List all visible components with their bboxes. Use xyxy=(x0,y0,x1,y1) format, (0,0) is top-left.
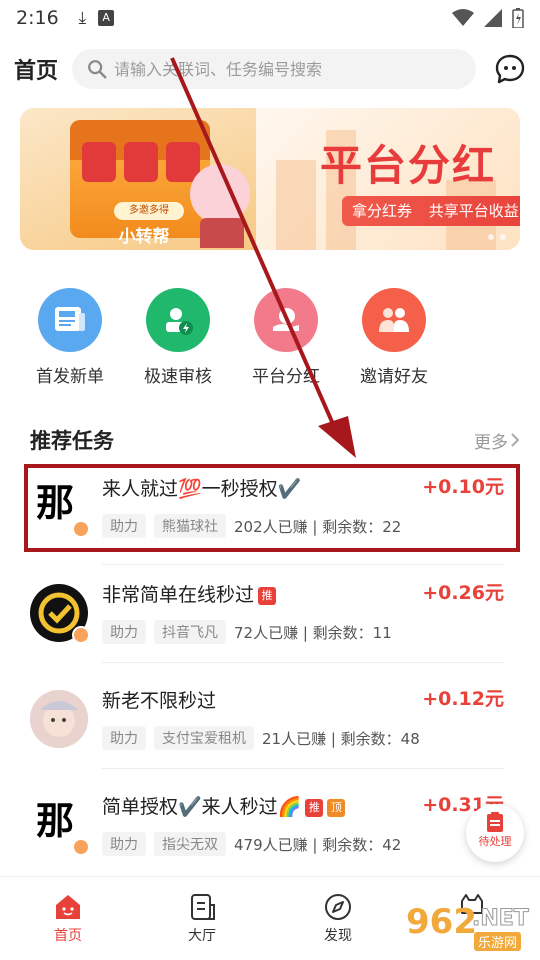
banner-pagination xyxy=(488,234,506,240)
promo-banner[interactable]: 多邀多得 小转帮 平台分红 拿分红券 共享平台收益 xyxy=(20,108,520,250)
shortcut-invite[interactable]: 邀请好友 xyxy=(344,288,444,387)
shortcut-fast-review[interactable]: 极速审核 xyxy=(128,288,228,387)
tab-label: 大厅 xyxy=(188,928,216,944)
task-reward: +0.26元 xyxy=(422,582,504,604)
task-avatar xyxy=(30,690,88,748)
divider xyxy=(102,564,504,565)
task-item[interactable]: 新老不限秒过 +0.12元 助力 支付宝爱租机 21人已赚 | 剩余数：48 xyxy=(30,676,510,776)
pending-button[interactable]: 待处理 xyxy=(466,804,524,862)
page-title: 首页 xyxy=(14,59,59,84)
task-tag-type: 助力 xyxy=(102,620,146,644)
shortcut-row: 首发新单 极速审核 平台分红 邀请好友 xyxy=(0,288,540,388)
task-tags: 助力 支付宝爱租机 21人已赚 | 剩余数：48 xyxy=(102,726,420,750)
status-time: 2:16 xyxy=(16,7,59,29)
task-stats: 72人已赚 | 剩余数：11 xyxy=(234,623,392,642)
banner-dot xyxy=(488,234,494,240)
divider xyxy=(102,768,504,769)
task-tags: 助力 抖音飞凡 72人已赚 | 剩余数：11 xyxy=(102,620,392,644)
vip-badge-icon xyxy=(72,838,90,856)
watermark-logo: 962 .NET 乐游网 xyxy=(398,896,536,954)
search-bar[interactable] xyxy=(72,49,476,89)
task-stats: 479人已赚 | 剩余数：42 xyxy=(234,835,402,854)
wifi-icon xyxy=(452,9,474,26)
banner-title: 平台分红 xyxy=(320,141,497,190)
notification-a-icon: A xyxy=(98,10,115,26)
task-reward: +0.12元 xyxy=(422,688,504,710)
hall-icon xyxy=(191,894,215,920)
banner-left-tag: 多邀多得 xyxy=(114,202,184,220)
chevron-right-icon xyxy=(511,433,520,447)
banner-left-panel: 多邀多得 小转帮 xyxy=(20,108,260,250)
banner-pill: 拿分红券 共享平台收益 xyxy=(342,196,520,226)
shortcut-label: 首发新单 xyxy=(36,367,104,387)
task-tag-type: 助力 xyxy=(102,832,146,856)
section-header: 推荐任务 更多 xyxy=(30,424,520,456)
task-tags: 助力 指尖无双 479人已赚 | 剩余数：42 xyxy=(102,832,401,856)
search-icon xyxy=(88,60,107,79)
task-item[interactable]: 那 简单授权✔️来人秒过🌈 推顶 +0.31元 助力 指尖无双 479人已赚 | … xyxy=(30,782,510,882)
top-badge: 顶 xyxy=(327,798,346,817)
message-icon[interactable] xyxy=(494,53,526,85)
task-title: 新老不限秒过 xyxy=(102,690,217,712)
compass-icon xyxy=(325,894,351,920)
invite-icon xyxy=(362,288,426,352)
tab-hall[interactable]: 大厅 xyxy=(162,891,242,945)
news-icon xyxy=(38,288,102,352)
pig-mascot-illustration xyxy=(190,164,250,224)
highlight-box xyxy=(24,464,520,552)
banner-left-label: 小转帮 xyxy=(118,227,170,247)
download-icon: ⤓ xyxy=(78,8,87,28)
shortcut-new-orders[interactable]: 首发新单 xyxy=(20,288,120,387)
section-title: 推荐任务 xyxy=(30,429,114,453)
task-tag-app: 抖音飞凡 xyxy=(154,620,226,644)
avatar-glyph: 那 xyxy=(36,799,75,843)
shortcut-label: 邀请好友 xyxy=(360,367,428,387)
battery-icon xyxy=(512,8,524,28)
banner-pill-left: 拿分红券 xyxy=(352,202,413,220)
signal-icon xyxy=(484,9,502,27)
watermark-cn: 乐游网 xyxy=(474,932,522,951)
task-tag-type: 助力 xyxy=(102,726,146,750)
tab-discover[interactable]: 发现 xyxy=(298,891,378,945)
fast-review-icon xyxy=(146,288,210,352)
task-title: 简单授权✔️来人秒过🌈 xyxy=(102,796,302,818)
search-input[interactable] xyxy=(114,59,462,79)
home-icon xyxy=(56,895,80,919)
shortcut-dividend[interactable]: 平台分红 xyxy=(236,288,336,387)
recommend-badge: 推 xyxy=(305,798,324,817)
treasure-chest-illustration: 多邀多得 小转帮 xyxy=(70,120,210,247)
recommend-badge: 推 xyxy=(258,586,277,605)
task-title: 非常简单在线秒过 xyxy=(102,584,255,606)
more-label: 更多 xyxy=(474,432,508,453)
watermark-net: .NET xyxy=(472,906,530,932)
pig-mascot-body xyxy=(200,218,244,248)
task-tag-app: 指尖无双 xyxy=(154,832,226,856)
task-title-wrap: 简单授权✔️来人秒过🌈 推顶 xyxy=(102,792,346,819)
tab-label: 发现 xyxy=(324,928,352,944)
clipboard-icon xyxy=(487,812,503,832)
dividend-icon xyxy=(254,288,318,352)
pending-label: 待处理 xyxy=(478,835,512,848)
task-tag-app: 支付宝爱租机 xyxy=(154,726,254,750)
tab-label: 首页 xyxy=(54,928,82,944)
more-link[interactable]: 更多 xyxy=(474,428,520,453)
divider xyxy=(102,662,504,663)
banner-pill-right: 共享平台收益 xyxy=(428,202,519,220)
banner-dot xyxy=(500,234,506,240)
tab-home[interactable]: 首页 xyxy=(28,891,108,945)
task-title-wrap: 非常简单在线秒过推 xyxy=(102,580,277,607)
shortcut-label: 极速审核 xyxy=(144,367,212,387)
watermark-number: 962 xyxy=(406,902,477,942)
task-stats: 21人已赚 | 剩余数：48 xyxy=(262,729,420,748)
task-item[interactable]: 非常简单在线秒过推 +0.26元 助力 抖音飞凡 72人已赚 | 剩余数：11 xyxy=(30,570,510,670)
header: 首页 xyxy=(0,44,540,94)
task-avatar: 那 xyxy=(30,796,90,856)
status-bar: 2:16 ⤓ A xyxy=(0,0,540,36)
task-avatar xyxy=(30,584,90,644)
shortcut-label: 平台分红 xyxy=(252,367,320,387)
vip-badge-icon xyxy=(72,626,90,644)
